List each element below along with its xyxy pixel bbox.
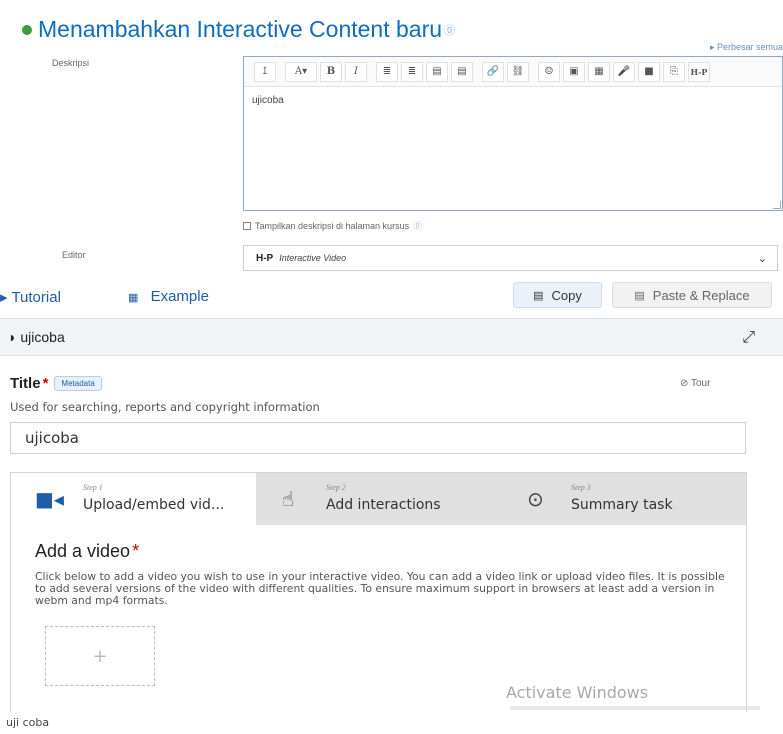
h5p-insert-icon[interactable]: H-P: [688, 61, 710, 82]
watermark-subtext: [510, 706, 760, 710]
indent-button[interactable]: ▤: [426, 61, 448, 82]
manage-files-icon[interactable]: ⎘: [663, 61, 685, 82]
clipboard-icon: ▤: [533, 289, 544, 302]
editor-select-value: Interactive Video: [279, 253, 347, 263]
video-icon[interactable]: ■: [638, 61, 660, 82]
wizard-steps: ■◂ Step 1 Upload/embed vid... ☝ Step 2 A…: [11, 473, 746, 525]
image-icon[interactable]: ▣: [563, 61, 585, 82]
content-type-icon: ◗: [8, 329, 21, 345]
font-size-button[interactable]: A▾: [285, 61, 317, 82]
video-wizard: ■◂ Step 1 Upload/embed vid... ☝ Step 2 A…: [10, 472, 747, 712]
tutorial-icon: ▸: [0, 289, 8, 306]
emoji-icon[interactable]: ☺: [538, 61, 560, 82]
check-circle-icon: ⊙: [527, 487, 544, 511]
step-summary[interactable]: ⊙ Step 3 Summary task: [501, 473, 746, 525]
resize-handle[interactable]: [773, 201, 781, 209]
show-description-option[interactable]: Tampilkan deskripsi di halaman kursus ⓪: [243, 219, 422, 232]
add-video-button[interactable]: +: [45, 626, 155, 686]
page-title: Menambahkan Interactive Content baru ⓪: [22, 16, 455, 43]
title-description: Used for searching, reports and copyrigh…: [10, 400, 320, 414]
toolbar-toggle-button[interactable]: ↥: [254, 61, 276, 82]
unlink-icon[interactable]: ⛓: [507, 61, 529, 82]
editor-select[interactable]: H-P Interactive Video ⌄: [243, 245, 778, 271]
description-text[interactable]: ujicoba: [244, 87, 782, 114]
activate-windows-watermark: Activate Windows: [506, 683, 649, 702]
h5p-logo: H-P: [256, 252, 274, 264]
required-asterisk: *: [42, 375, 49, 392]
page-title-text: Menambahkan Interactive Content baru: [38, 16, 443, 42]
interactions-icon: ☝: [282, 487, 295, 511]
example-link[interactable]: ▦ Example: [128, 288, 209, 305]
show-description-label: Tampilkan deskripsi di halaman kursus: [255, 220, 410, 231]
link-icon[interactable]: 🔗: [482, 61, 504, 82]
italic-button[interactable]: I: [345, 61, 367, 82]
image-caption: uji coba: [6, 716, 50, 729]
tutorial-link[interactable]: ▸ Tutorial: [0, 288, 61, 306]
step-interactions[interactable]: ☝ Step 2 Add interactions: [256, 473, 501, 525]
media-icon[interactable]: ▦: [588, 61, 610, 82]
bullet-list-button[interactable]: ≣: [376, 61, 398, 82]
description-label: Deskripsi: [52, 58, 90, 68]
activity-icon: [22, 24, 32, 35]
add-video-description: Click below to add a video you wish to u…: [35, 570, 725, 607]
content-name: ◗ ujicoba: [8, 329, 65, 345]
copy-button[interactable]: ▤ Copy: [513, 282, 602, 308]
content-header: ◗ ujicoba ⤢: [0, 318, 783, 356]
outdent-button[interactable]: ▤: [451, 61, 473, 82]
editor-toolbar: ↥ A▾ B I ≣ ≣ ▤ ▤ 🔗 ⛓ ☺ ▣ ▦ 🎤 ■ ⎘ H-P: [244, 57, 782, 87]
book-icon: ▦: [128, 292, 139, 304]
help-icon[interactable]: ⓪: [444, 22, 455, 38]
paste-icon: ▤: [634, 289, 645, 302]
video-camera-icon: ■◂: [35, 487, 64, 511]
title-input[interactable]: ujicoba: [10, 422, 746, 454]
title-label: Title * Metadata: [10, 375, 102, 392]
fullscreen-icon[interactable]: ⤢: [742, 327, 755, 347]
tour-icon: ⊘: [680, 378, 691, 389]
microphone-icon[interactable]: 🎤: [613, 61, 635, 82]
add-video-heading: Add a video *: [35, 541, 140, 561]
expand-all-link[interactable]: ▸ Perbesar semua: [710, 42, 783, 53]
show-description-checkbox[interactable]: [243, 221, 251, 230]
paste-replace-button[interactable]: ▤ Paste & Replace: [612, 282, 772, 308]
bold-button[interactable]: B: [320, 61, 342, 82]
chevron-down-icon: ⌄: [757, 252, 767, 265]
tour-button[interactable]: ⊘ Tour: [680, 378, 710, 389]
numbered-list-button[interactable]: ≣: [401, 61, 423, 82]
description-editor[interactable]: ↥ A▾ B I ≣ ≣ ▤ ▤ 🔗 ⛓ ☺ ▣ ▦ 🎤 ■ ⎘ H-P uji…: [243, 56, 783, 211]
metadata-button[interactable]: Metadata: [54, 376, 102, 391]
step-upload[interactable]: ■◂ Step 1 Upload/embed vid...: [11, 473, 256, 525]
required-asterisk: *: [132, 541, 140, 561]
help-icon[interactable]: ⓪: [413, 219, 422, 232]
editor-label: Editor: [62, 250, 86, 260]
